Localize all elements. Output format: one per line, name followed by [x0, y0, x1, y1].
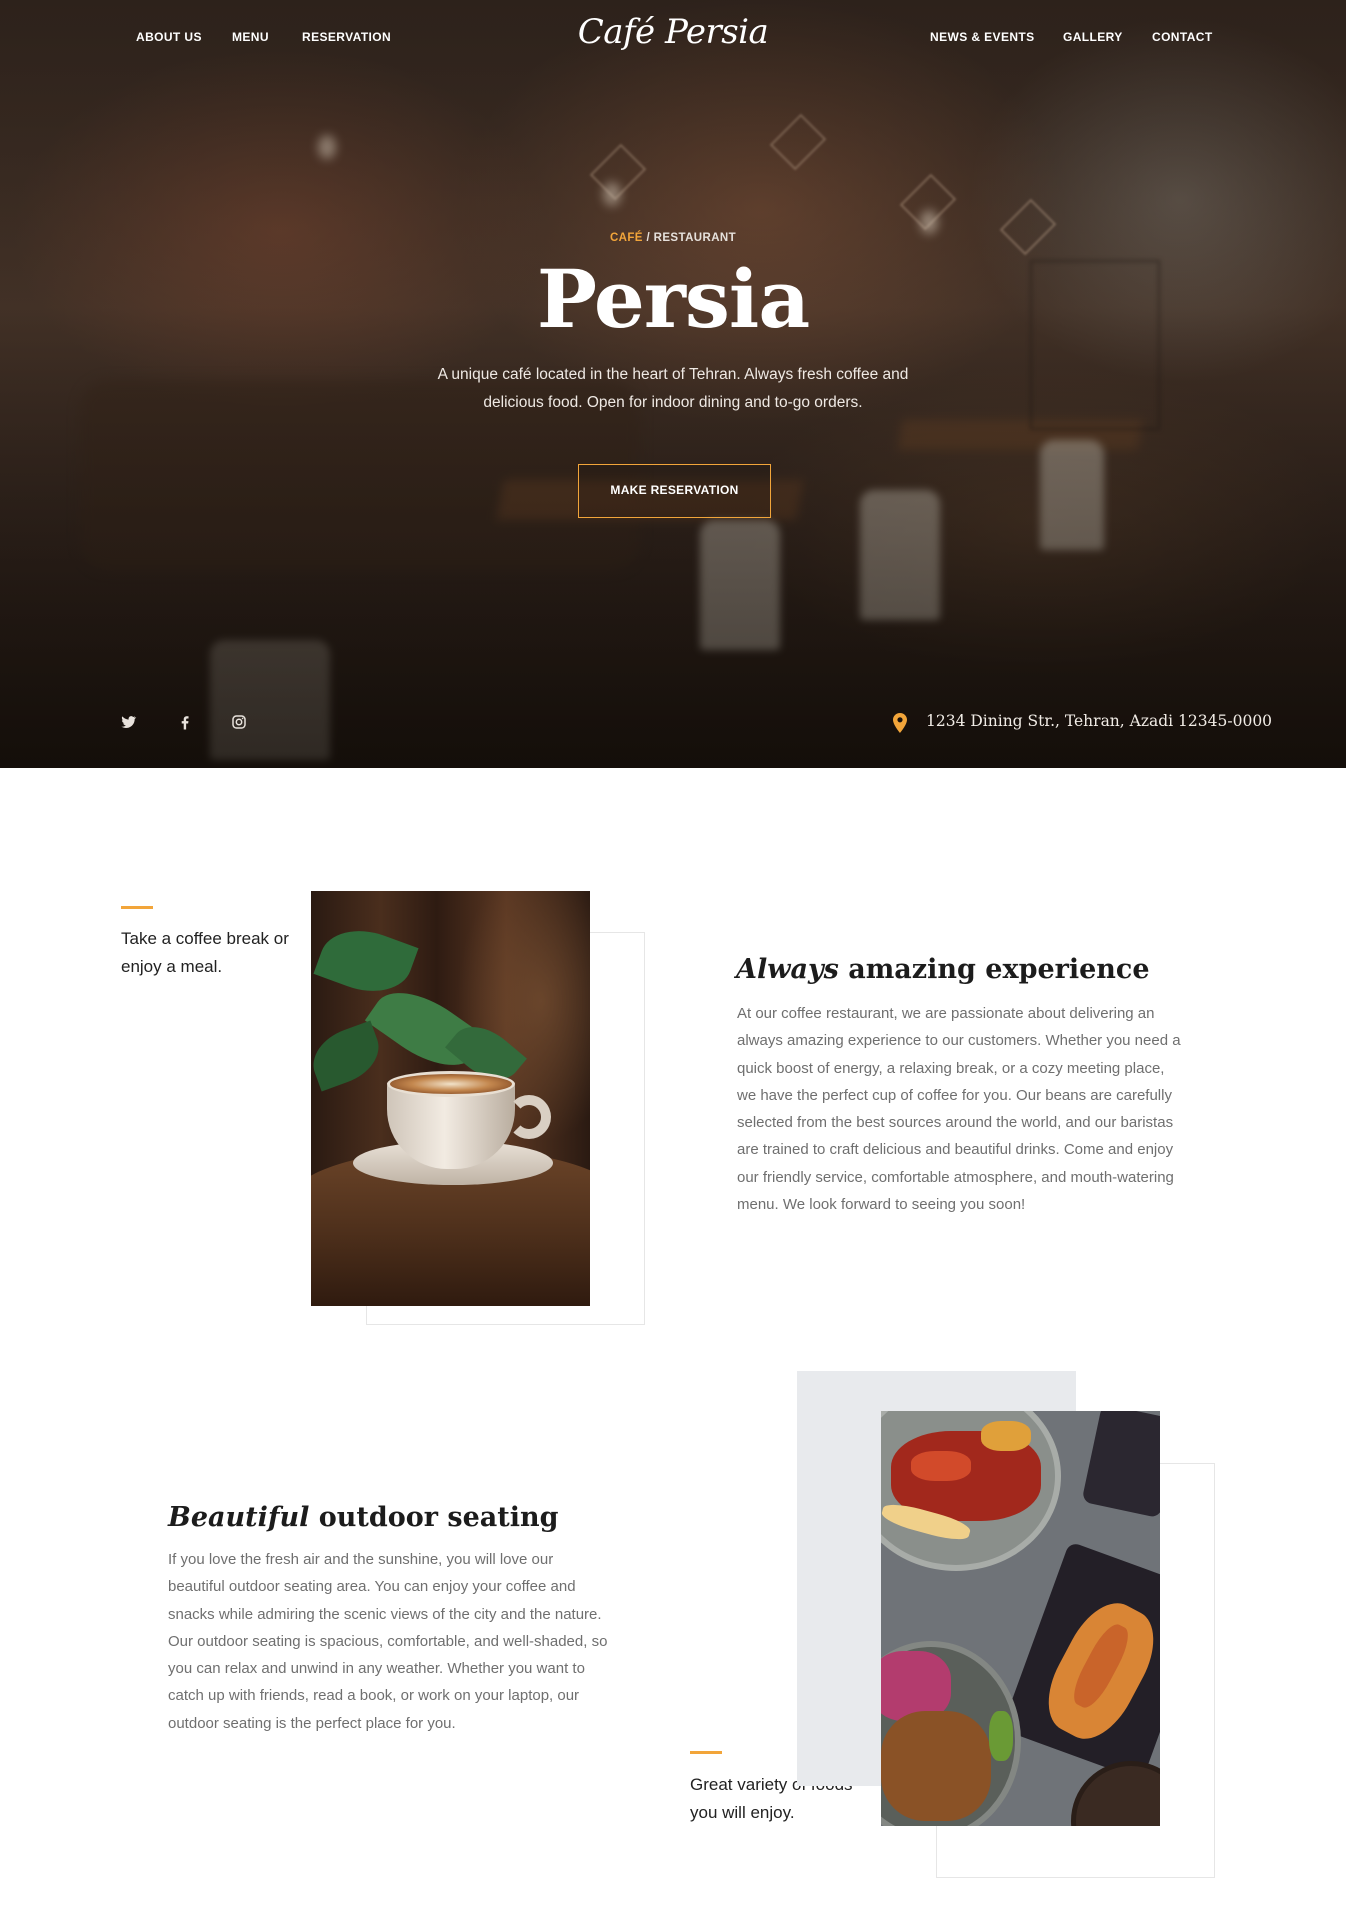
brand-logo[interactable]: Café Persia — [543, 12, 803, 52]
hero-section: ABOUT US MENU RESERVATION NEWS & EVENTS … — [0, 0, 1346, 768]
experience-body: At our coffee restaurant, we are passion… — [737, 1005, 1181, 1214]
coffee-break-note: Take a coffee break or enjoy a meal. — [121, 929, 289, 976]
make-reservation-button[interactable]: MAKE RESERVATION — [578, 464, 771, 518]
nav-news-events[interactable]: NEWS & EVENTS — [930, 30, 1035, 44]
instagram-icon[interactable] — [230, 713, 252, 735]
facebook-icon[interactable] — [176, 713, 198, 735]
outdoor-body: If you love the fresh air and the sunshi… — [168, 1551, 608, 1732]
nav-gallery[interactable]: GALLERY — [1063, 30, 1123, 44]
nav-contact[interactable]: CONTACT — [1152, 30, 1213, 44]
nav-about-us[interactable]: ABOUT US — [136, 30, 202, 44]
accent-divider — [690, 1751, 722, 1754]
accent-divider — [121, 906, 153, 909]
twitter-icon[interactable] — [119, 713, 141, 735]
experience-title: Always amazing experience — [736, 954, 1150, 985]
map-pin-icon — [891, 713, 909, 733]
outdoor-title: Beautiful outdoor seating — [168, 1502, 559, 1533]
food-platter-photo — [881, 1411, 1160, 1826]
nav-reservation[interactable]: RESERVATION — [302, 30, 391, 44]
nav-menu[interactable]: MENU — [232, 30, 269, 44]
hero-description: A unique café located in the heart of Te… — [437, 366, 909, 411]
hero-kicker: CAFÉ / RESTAURANT — [609, 232, 737, 244]
coffee-cup-photo — [311, 891, 590, 1306]
address-text: 1234 Dining Str., Tehran, Azadi 12345-00… — [926, 712, 1273, 730]
hero-title: Persia — [536, 252, 810, 346]
